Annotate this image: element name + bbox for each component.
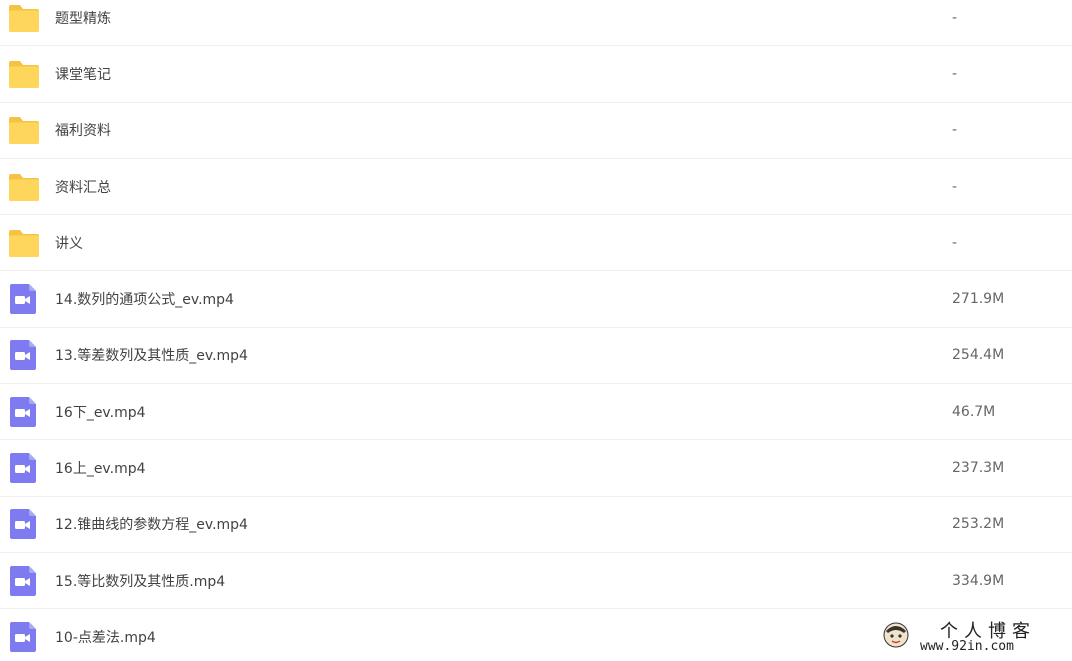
file-size: - — [952, 65, 958, 82]
folder-row[interactable]: 资料汇总 - — [0, 159, 1072, 216]
avatar-logo-icon — [882, 621, 910, 649]
file-name[interactable]: 15.等比数列及其性质.mp4 — [55, 571, 225, 591]
file-name[interactable]: 福利资料 — [55, 120, 111, 140]
folder-row[interactable]: 课堂笔记 - — [0, 46, 1072, 103]
file-name[interactable]: 资料汇总 — [55, 177, 111, 197]
folder-row[interactable]: 题型精炼 - — [0, 0, 1072, 47]
folder-row[interactable]: 讲义 - — [0, 215, 1072, 272]
file-name[interactable]: 13.等差数列及其性质_ev.mp4 — [55, 345, 248, 365]
file-row[interactable]: 12.锥曲线的参数方程_ev.mp4 253.2M — [0, 497, 1072, 553]
file-size: 334.9M — [952, 572, 1005, 589]
folder-icon — [8, 228, 40, 258]
file-row[interactable]: 16上_ev.mp4 237.3M — [0, 440, 1072, 497]
file-name[interactable]: 10-点差法.mp4 — [55, 627, 156, 647]
file-size: - — [952, 178, 958, 195]
file-name[interactable]: 16下_ev.mp4 — [55, 402, 146, 422]
folder-icon — [8, 115, 40, 145]
video-file-icon — [8, 396, 40, 427]
file-row[interactable]: 16下_ev.mp4 46.7M — [0, 384, 1072, 441]
file-size: - — [952, 122, 958, 139]
file-size: - — [952, 234, 958, 251]
file-list: 题型精炼 - 课堂笔记 - 福利资料 - 资料汇总 - 讲义 - 14.数列的通项公式_ev.mp4… — [0, 0, 1072, 661]
video-file-icon — [8, 622, 40, 653]
folder-icon — [8, 3, 40, 33]
file-size: 254.4M — [952, 347, 1005, 364]
folder-icon — [8, 59, 40, 89]
file-size: 253.2M — [952, 516, 1005, 533]
file-name[interactable]: 讲义 — [55, 233, 83, 253]
video-file-icon — [8, 453, 40, 484]
file-row[interactable]: 14.数列的通项公式_ev.mp4 271.9M — [0, 271, 1072, 328]
folder-icon — [8, 172, 40, 202]
video-file-icon — [8, 284, 40, 315]
file-name[interactable]: 16上_ev.mp4 — [55, 458, 146, 478]
file-row[interactable]: 13.等差数列及其性质_ev.mp4 254.4M — [0, 328, 1072, 385]
file-size: 46.7M — [952, 403, 996, 420]
video-file-icon — [8, 565, 40, 596]
file-name[interactable]: 14.数列的通项公式_ev.mp4 — [55, 289, 234, 309]
file-size: 237.3M — [952, 460, 1005, 477]
video-file-icon — [8, 509, 40, 540]
watermark: 个人博客 www.92in.com — [878, 617, 1068, 657]
watermark-url: www.92in.com — [920, 639, 1014, 654]
file-name[interactable]: 题型精炼 — [55, 8, 111, 28]
video-file-icon — [8, 340, 40, 371]
folder-row[interactable]: 福利资料 - — [0, 103, 1072, 159]
file-name[interactable]: 课堂笔记 — [55, 64, 111, 84]
file-name[interactable]: 12.锥曲线的参数方程_ev.mp4 — [55, 514, 248, 534]
file-row[interactable]: 15.等比数列及其性质.mp4 334.9M — [0, 553, 1072, 610]
file-size: - — [952, 9, 958, 26]
file-size: 271.9M — [952, 291, 1005, 308]
